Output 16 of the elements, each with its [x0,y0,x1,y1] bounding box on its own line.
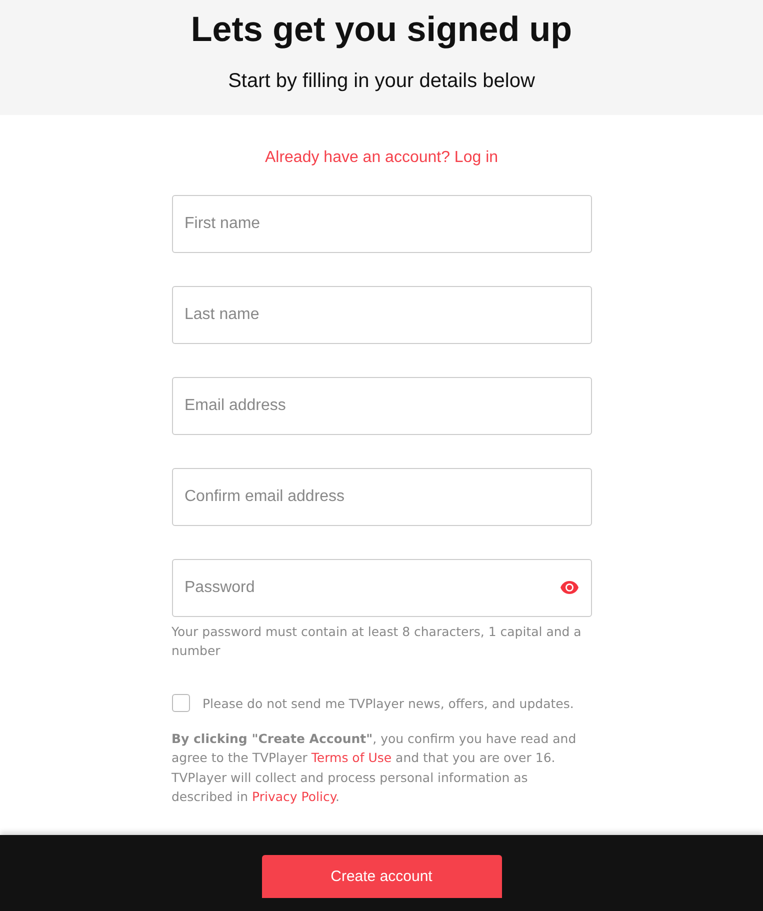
password-hint: Your password must contain at least 8 characters, 1 capital and a number [172,623,582,660]
opt-out-checkbox[interactable] [172,694,190,712]
eye-icon[interactable] [560,581,578,594]
create-account-button[interactable]: Create account [262,855,502,898]
input-field[interactable]: First name [172,195,592,253]
page-title: Lets get you signed up [190,9,572,51]
page-subtitle: Start by filling in your details below [228,69,535,94]
opt-out-label: Please do not send me TVPlayer news, offers, and updates. [202,696,574,710]
password-field[interactable]: Password [172,559,592,617]
input-field[interactable]: Email address [172,377,592,435]
input-field[interactable]: Last name [172,286,592,344]
input-field[interactable]: Confirm email address [172,468,592,526]
terms-link[interactable]: Terms of Use [311,750,392,766]
login-link[interactable]: Already have an account? Log in [264,148,498,168]
terms-text: By clicking "Create Account", you confirm you have read and agree to the TVPlayer Terms of Use and that you are over 16. TVPlayer will collect and process personal information as described in Privacy Policy. [172,730,578,806]
privacy-link[interactable]: Privacy Policy [252,788,336,804]
